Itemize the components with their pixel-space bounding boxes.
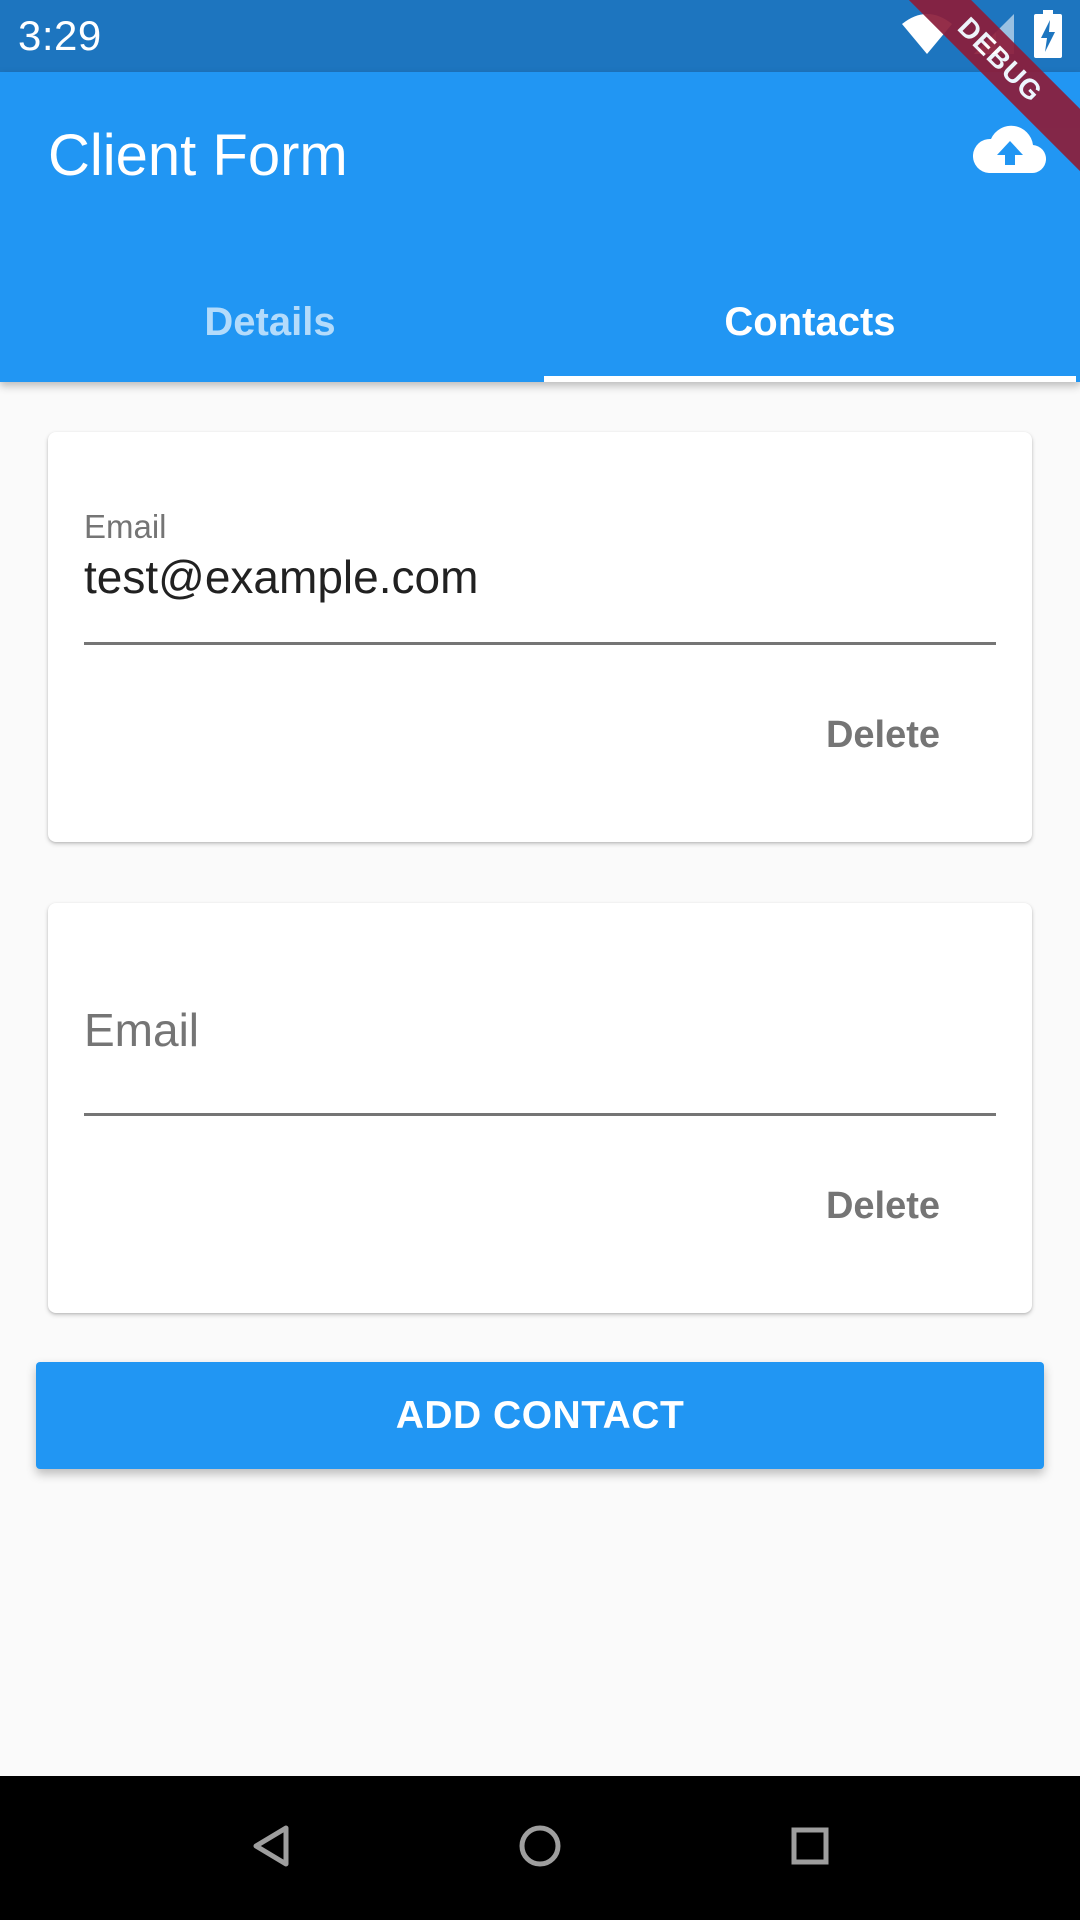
tab-label: Contacts [724,299,896,344]
contact-card: Email Delete [48,903,1032,1313]
add-contact-button[interactable]: ADD CONTACT [36,1362,1044,1469]
tab-contacts[interactable]: Contacts [540,262,1080,382]
back-button[interactable] [234,1812,306,1884]
cloud-upload-icon [972,125,1047,180]
nav-bar [0,1776,1080,1920]
tab-indicator [544,376,1076,382]
app-bar: Client Form Details Contacts [0,72,1080,382]
tab-label: Details [204,299,336,344]
tab-bar: Details Contacts [0,262,1080,382]
email-label: Email [84,508,167,545]
back-icon [248,1822,292,1875]
screen: 3:29 DEBUG Client Form Details Contacts … [0,0,1080,1920]
home-button[interactable] [504,1812,576,1884]
field-underline [84,642,996,645]
status-bar: 3:29 [0,0,1080,72]
home-icon [516,1822,564,1875]
contact-card: Email test@example.com Delete [48,432,1032,842]
upload-button[interactable] [970,122,1050,182]
field-underline [84,1113,996,1116]
page-title: Client Form [48,123,348,188]
recent-apps-icon [788,1824,832,1873]
email-field[interactable]: test@example.com [84,550,478,604]
battery-charging-icon [1034,9,1062,63]
delete-button[interactable]: Delete [826,714,940,757]
email-field[interactable]: Email [84,1003,199,1057]
delete-button[interactable]: Delete [826,1185,940,1228]
recent-apps-button[interactable] [774,1812,846,1884]
status-time: 3:29 [18,12,102,59]
tab-details[interactable]: Details [0,262,540,382]
